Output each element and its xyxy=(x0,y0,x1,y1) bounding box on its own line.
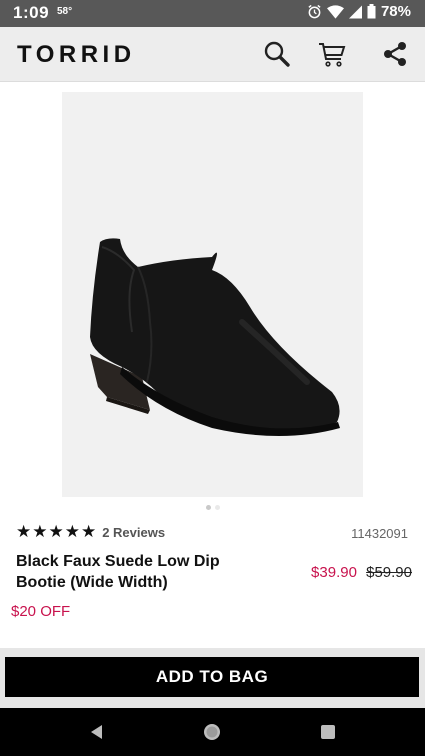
status-bar: 1:09 58° 78% xyxy=(0,0,425,27)
status-time: 1:09 xyxy=(13,3,50,22)
share-icon[interactable] xyxy=(380,39,410,69)
add-to-bag-bar: ADD TO BAG xyxy=(0,648,425,708)
reviews-link[interactable]: 2 Reviews xyxy=(102,525,165,540)
app-header: TORRID xyxy=(0,27,425,82)
status-icons: 78% xyxy=(307,3,411,20)
signal-icon xyxy=(348,5,362,18)
cart-icon[interactable] xyxy=(317,39,347,69)
carousel-dot[interactable] xyxy=(214,505,220,510)
system-nav-bar xyxy=(0,708,425,756)
bootie-image xyxy=(90,238,340,436)
battery-percent: 78% xyxy=(380,3,411,20)
price-row: $39.90 $59.90 xyxy=(311,564,412,581)
sale-price: $39.90 xyxy=(311,564,357,581)
recents-icon[interactable] xyxy=(316,720,340,744)
battery-icon xyxy=(367,4,376,19)
add-to-bag-button[interactable]: ADD TO BAG xyxy=(5,657,419,697)
wifi-icon xyxy=(326,4,344,19)
alarm-icon xyxy=(308,4,321,19)
product-image[interactable] xyxy=(62,92,363,497)
back-icon[interactable] xyxy=(85,720,109,744)
brand-logo[interactable]: TORRID xyxy=(17,41,136,69)
product-title: Black Faux Suede Low Dip Bootie (Wide Wi… xyxy=(16,553,220,591)
product-sku: 11432091 xyxy=(351,526,408,541)
original-price: $59.90 xyxy=(366,564,412,581)
search-icon[interactable] xyxy=(262,39,292,69)
rating-stars: ★★★★★ xyxy=(16,522,98,541)
status-temperature: 58° xyxy=(57,6,73,17)
home-icon[interactable] xyxy=(200,720,224,744)
discount-label: $20 OFF xyxy=(11,603,71,620)
carousel-dot[interactable] xyxy=(205,505,211,510)
image-carousel-dots[interactable] xyxy=(0,505,425,510)
rating-row[interactable]: ★★★★★ 2 Reviews xyxy=(16,522,165,542)
